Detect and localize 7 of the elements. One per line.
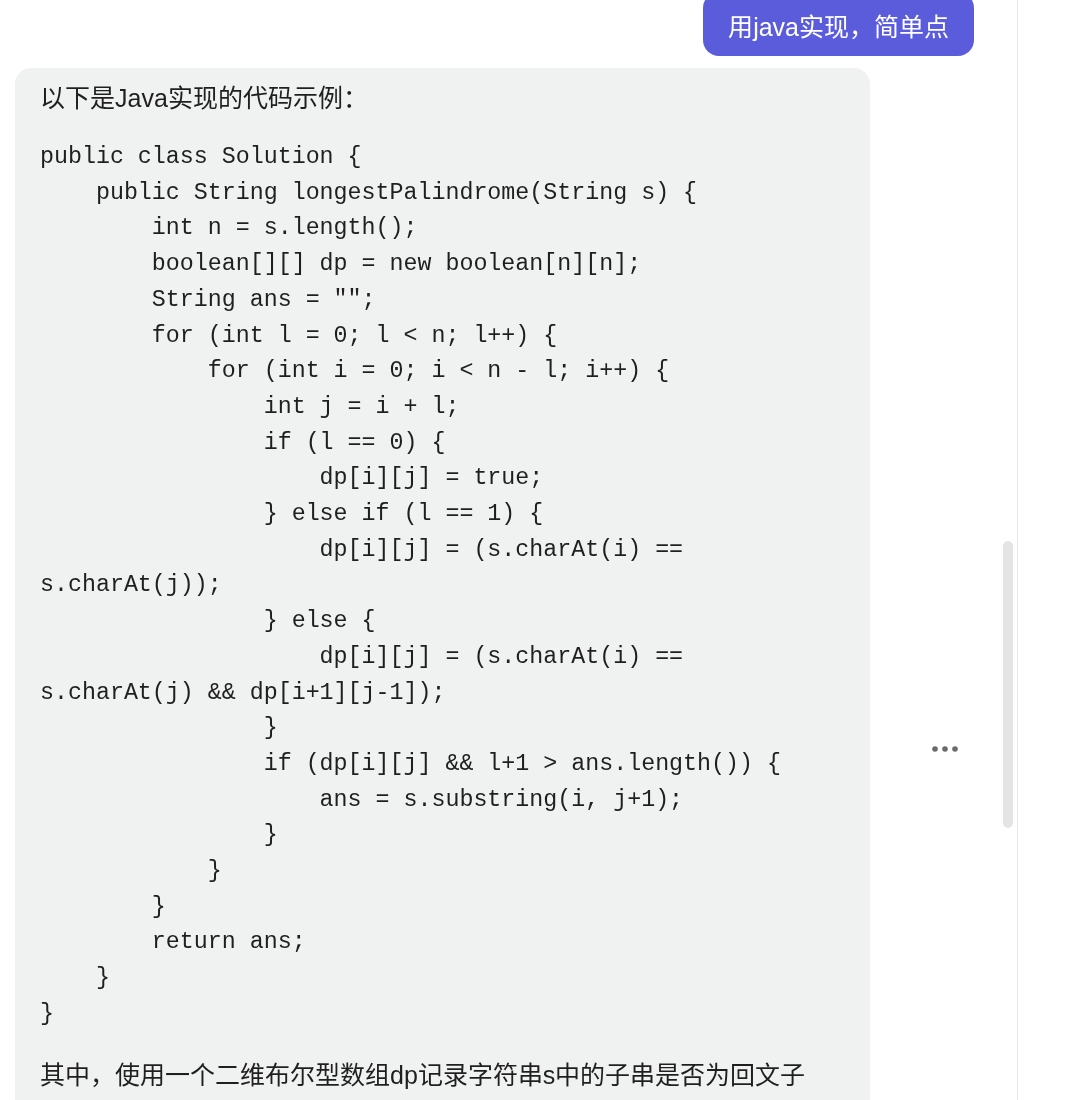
more-button[interactable] [932,746,958,752]
code-text: public class Solution { public String longestPalindrome(String s) { int n = s.length(); boolean[][] dp = new boolean[n][n]; String ans = ""; for (int l = 0; l < n; l++) { for (int i = 0; i < n - l; i++) { int j = i + l; if (l == 0) { dp[i][j] = true; } else if (l == 1) { dp[i][j] = (s.charAt(i) == s.charAt(j)); } else { dp[i][j] = (s.charAt(i) == s.charAt(j) && dp[i+1][j-1]); } if (dp[i][j] && l+1 > ans.length()) { ans = s.substring(i, j+1); } } } return ans; } } [40,143,782,1029]
message-text: 其中，使用一个二维布尔型数组dp记录字符串s中的子串是否为回文子 [40,1059,806,1091]
more-icon [932,746,958,752]
message-text: 以下是Java实现的代码示例： [40,83,368,113]
user-message: 用java实现，简单点 [703,0,974,56]
scrollbar-thumb[interactable] [1003,541,1013,828]
